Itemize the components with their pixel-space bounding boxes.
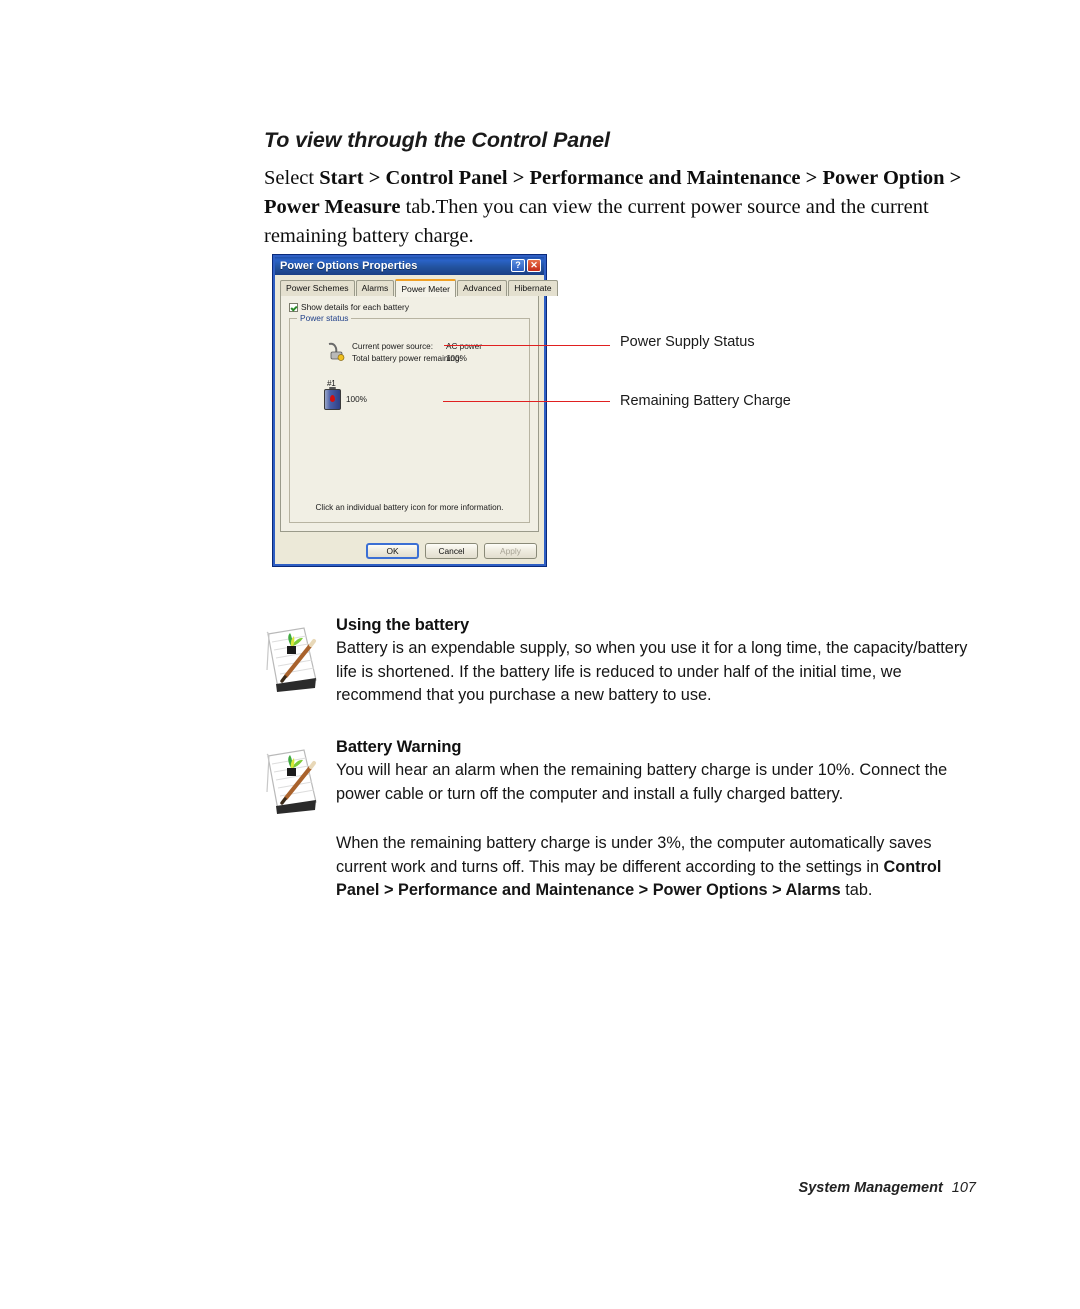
show-details-checkbox-label: Show details for each battery — [301, 302, 410, 312]
note-text-using-the-battery: Battery is an expendable supply, so when… — [336, 639, 968, 704]
intro-text-lead: Select — [264, 167, 320, 189]
note-body-battery-warning: Battery Warning You will hear an alarm w… — [336, 738, 976, 806]
callout-label-battery-charge: Remaining Battery Charge — [620, 393, 791, 409]
memo-pad-icon — [258, 618, 324, 696]
note-text-battery-warning: You will hear an alarm when the remainin… — [336, 761, 948, 803]
power-options-dialog[interactable]: Power Options Properties ? ✕ Power Schem… — [272, 254, 558, 567]
note-body-using-the-battery: Using the battery Battery is an expendab… — [336, 616, 976, 708]
power-status-groupbox: Power status Current power source: AC po… — [289, 313, 530, 523]
dialog-title: Power Options Properties — [280, 260, 418, 272]
battery-icon[interactable] — [324, 387, 341, 410]
memo-pad-icon-warning — [258, 740, 324, 818]
tab-hibernate[interactable]: Hibernate — [508, 280, 558, 296]
cancel-button[interactable]: Cancel — [425, 543, 478, 559]
power-plug-icon — [323, 341, 347, 363]
dialog-titlebar[interactable]: Power Options Properties ? ✕ — [275, 257, 544, 275]
status-value-remaining: 100% — [446, 354, 467, 363]
titlebar-buttons: ? ✕ — [511, 259, 541, 272]
note-battery-warning: Battery Warning You will hear an alarm w… — [258, 738, 976, 814]
status-row-source: Current power source: AC power — [352, 341, 482, 353]
ok-button[interactable]: OK — [366, 543, 419, 559]
tab-power-meter[interactable]: Power Meter — [395, 279, 457, 297]
note-title-using-the-battery: Using the battery — [336, 616, 470, 634]
status-key-remaining: Total battery power remaining: — [352, 354, 462, 363]
apply-button: Apply — [484, 543, 537, 559]
callout-line-battery-charge — [443, 401, 610, 402]
tab-power-schemes[interactable]: Power Schemes — [280, 280, 355, 296]
dialog-tabstrip: Power Schemes Alarms Power Meter Advance… — [280, 279, 558, 297]
note-using-the-battery: Using the battery Battery is an expendab… — [258, 616, 976, 708]
status-key-source: Current power source: — [352, 342, 433, 351]
tab-alarms[interactable]: Alarms — [355, 280, 395, 296]
checkbox-icon[interactable] — [289, 302, 298, 312]
dialog-button-row: OK Cancel Apply — [366, 543, 537, 559]
show-details-checkbox-row[interactable]: Show details for each battery — [289, 302, 409, 312]
battery-percent-label: 100% — [346, 395, 367, 404]
extra-text-tail: tab. — [840, 881, 873, 899]
battery-row[interactable]: 100% — [324, 387, 367, 410]
extra-text-lead: When the remaining battery charge is und… — [336, 834, 932, 876]
status-value-source: AC power — [446, 342, 482, 351]
callout-label-power-supply: Power Supply Status — [620, 334, 755, 350]
close-icon[interactable]: ✕ — [527, 259, 541, 272]
extra-paragraph: When the remaining battery charge is und… — [336, 832, 978, 903]
footer-section: System Management — [798, 1180, 943, 1196]
power-meter-tab-page: Show details for each battery Power stat… — [280, 296, 539, 532]
page-title: To view through the Control Panel — [264, 128, 610, 152]
footer-page-number: 107 — [951, 1180, 976, 1196]
intro-paragraph: Select Start > Control Panel > Performan… — [264, 164, 976, 251]
help-icon[interactable]: ? — [511, 259, 525, 272]
note-title-battery-warning: Battery Warning — [336, 738, 462, 756]
status-row-remaining: Total battery power remaining: 100% — [352, 353, 482, 365]
battery-hint-text: Click an individual battery icon for mor… — [315, 503, 504, 512]
page-footer: System Management 107 — [799, 1180, 976, 1196]
callout-line-power-supply — [444, 345, 610, 346]
tab-advanced[interactable]: Advanced — [457, 280, 508, 296]
battery-detail-block[interactable]: #1 100% — [324, 379, 367, 410]
power-status-group-title: Power status — [297, 313, 352, 323]
